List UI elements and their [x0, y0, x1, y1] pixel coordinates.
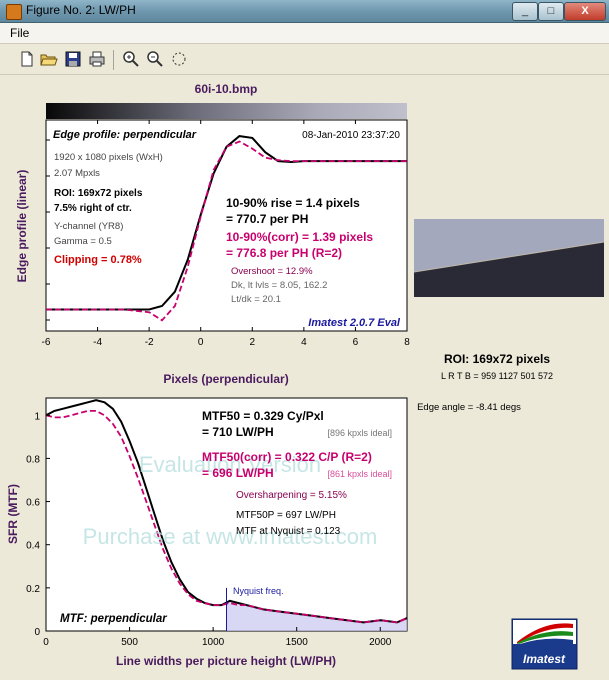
oversharpening-text: Oversharpening = 5.15% — [236, 490, 347, 501]
roi-title: ROI: 169x72 pixels — [444, 352, 550, 366]
open-folder-icon[interactable] — [40, 50, 58, 68]
save-icon[interactable] — [64, 50, 82, 68]
close-button[interactable]: X — [564, 2, 606, 21]
zoom-out-icon[interactable] — [146, 50, 164, 68]
ideal-text-1: [896 kpxls ideal] — [327, 428, 392, 438]
maximize-button[interactable]: □ — [538, 2, 564, 21]
mtf-y-tick-label: 0.8 — [26, 454, 40, 465]
toolbar-separator — [113, 50, 114, 70]
info-channel: Y-channel (YR8) — [54, 221, 123, 232]
edge-x-tick-label: 4 — [301, 337, 307, 348]
imatest-version: Imatest 2.0.7 Eval — [308, 317, 401, 329]
nyquist-label: Nyquist freq. — [233, 586, 284, 596]
info-roi: ROI: 169x72 pixels — [54, 188, 143, 199]
title-bar[interactable]: Figure No. 2: LW/PH _ □ X — [0, 0, 609, 23]
edge-profile-timestamp: 08-Jan-2010 23:37:20 — [302, 130, 400, 141]
menu-file[interactable]: File — [10, 26, 29, 40]
edge-x-tick-label: -2 — [145, 337, 154, 348]
edge-x-tick-label: 8 — [404, 337, 410, 348]
matlab-icon — [6, 4, 22, 20]
mtf-title: MTF: perpendicular — [60, 613, 167, 625]
mtf-x-tick-label: 1500 — [286, 637, 309, 648]
edge-x-tick-label: 6 — [353, 337, 359, 348]
mtf-x-tick-label: 2000 — [369, 637, 392, 648]
menu-bar: File — [0, 23, 609, 44]
edge-x-tick-label: -6 — [42, 337, 51, 348]
rise-text-1: 10-90% rise = 1.4 pixels — [226, 196, 360, 210]
mtf-nyquist-text: MTF at Nyquist = 0.123 — [236, 526, 341, 537]
rise-text-2: = 770.7 per PH — [226, 212, 308, 226]
info-clipping: Clipping = 0.78% — [54, 254, 142, 266]
edge-profile-xlabel: Pixels (perpendicular) — [163, 372, 288, 386]
mtf-y-tick-label: 1 — [34, 411, 40, 422]
logo-text: Imatest — [523, 652, 566, 666]
mtf-y-tick-label: 0.4 — [26, 541, 40, 552]
mtf50p-text: MTF50P = 697 LW/PH — [236, 510, 336, 521]
overshoot-text: Overshoot = 12.9% — [231, 266, 313, 277]
edge-x-tick-label: 2 — [250, 337, 256, 348]
mtf-x-tick-label: 500 — [121, 637, 138, 648]
figure-filename: 60i-10.bmp — [195, 82, 258, 96]
figure-window: Figure No. 2: LW/PH _ □ X File 60i-10.bm… — [0, 0, 609, 680]
dk-levels-text: Dk, lt lvls = 8.05, 162.2 — [231, 280, 327, 291]
info-mpxls: 2.07 Mpxls — [54, 168, 100, 179]
edge-gradient-strip — [46, 103, 407, 119]
print-icon[interactable] — [88, 50, 106, 68]
rise-corr-text-1: 10-90%(corr) = 1.39 pixels — [226, 230, 373, 244]
mtf-ylabel: SFR (MTF) — [6, 484, 20, 544]
mtf50-corr-lwph-text: = 696 LW/PH — [202, 466, 274, 480]
info-offset: 7.5% right of ctr. — [54, 203, 132, 214]
roi-thumbnail — [413, 219, 605, 297]
info-pixels: 1920 x 1080 pixels (WxH) — [54, 152, 163, 163]
mtf-y-tick-label: 0.2 — [26, 584, 40, 595]
window-title: Figure No. 2: LW/PH — [26, 3, 136, 17]
rise-corr-text-2: = 776.8 per PH (R=2) — [226, 246, 342, 260]
mtf50-lwph-text: = 710 LW/PH — [202, 425, 274, 439]
edge-x-tick-label: 0 — [198, 337, 204, 348]
minimize-button[interactable]: _ — [512, 2, 538, 21]
mtf-x-tick-label: 1000 — [202, 637, 225, 648]
mtf-y-tick-label: 0 — [34, 627, 40, 638]
mtf-y-tick-label: 0.6 — [26, 498, 40, 509]
imatest-logo: Imatest — [511, 618, 578, 670]
edge-profile-ylabel: Edge profile (linear) — [15, 170, 29, 283]
lt-dk-text: Lt/dk = 20.1 — [231, 294, 281, 305]
mtf50-text: MTF50 = 0.329 Cy/Pxl — [202, 409, 324, 423]
roi-coordinates: L R T B = 959 1127 501 572 — [441, 371, 553, 381]
edge-profile-title: Edge profile: perpendicular — [53, 129, 197, 141]
edge-angle: Edge angle = -8.41 degs — [417, 402, 521, 413]
zoom-in-icon[interactable] — [122, 50, 140, 68]
figure-canvas: 60i-10.bmp -6 -4 -2 0 2 4 6 8 Edge profile: per… — [5, 76, 605, 675]
mtf-x-tick-label: 0 — [43, 637, 49, 648]
figure-svg: 60i-10.bmp -6 -4 -2 0 2 4 6 8 Edge profile: per… — [6, 82, 605, 670]
toolbar — [0, 44, 609, 75]
mtf50-corr-text: MTF50(corr) = 0.322 C/P (R=2) — [202, 450, 372, 464]
mtf-xlabel: Line widths per picture height (LW/PH) — [116, 654, 336, 668]
new-file-icon[interactable] — [18, 50, 36, 68]
edge-x-tick-label: -4 — [93, 337, 102, 348]
rotate-icon[interactable] — [170, 50, 188, 68]
ideal-text-2: [861 kpxls ideal] — [327, 469, 392, 479]
info-gamma: Gamma = 0.5 — [54, 236, 112, 247]
